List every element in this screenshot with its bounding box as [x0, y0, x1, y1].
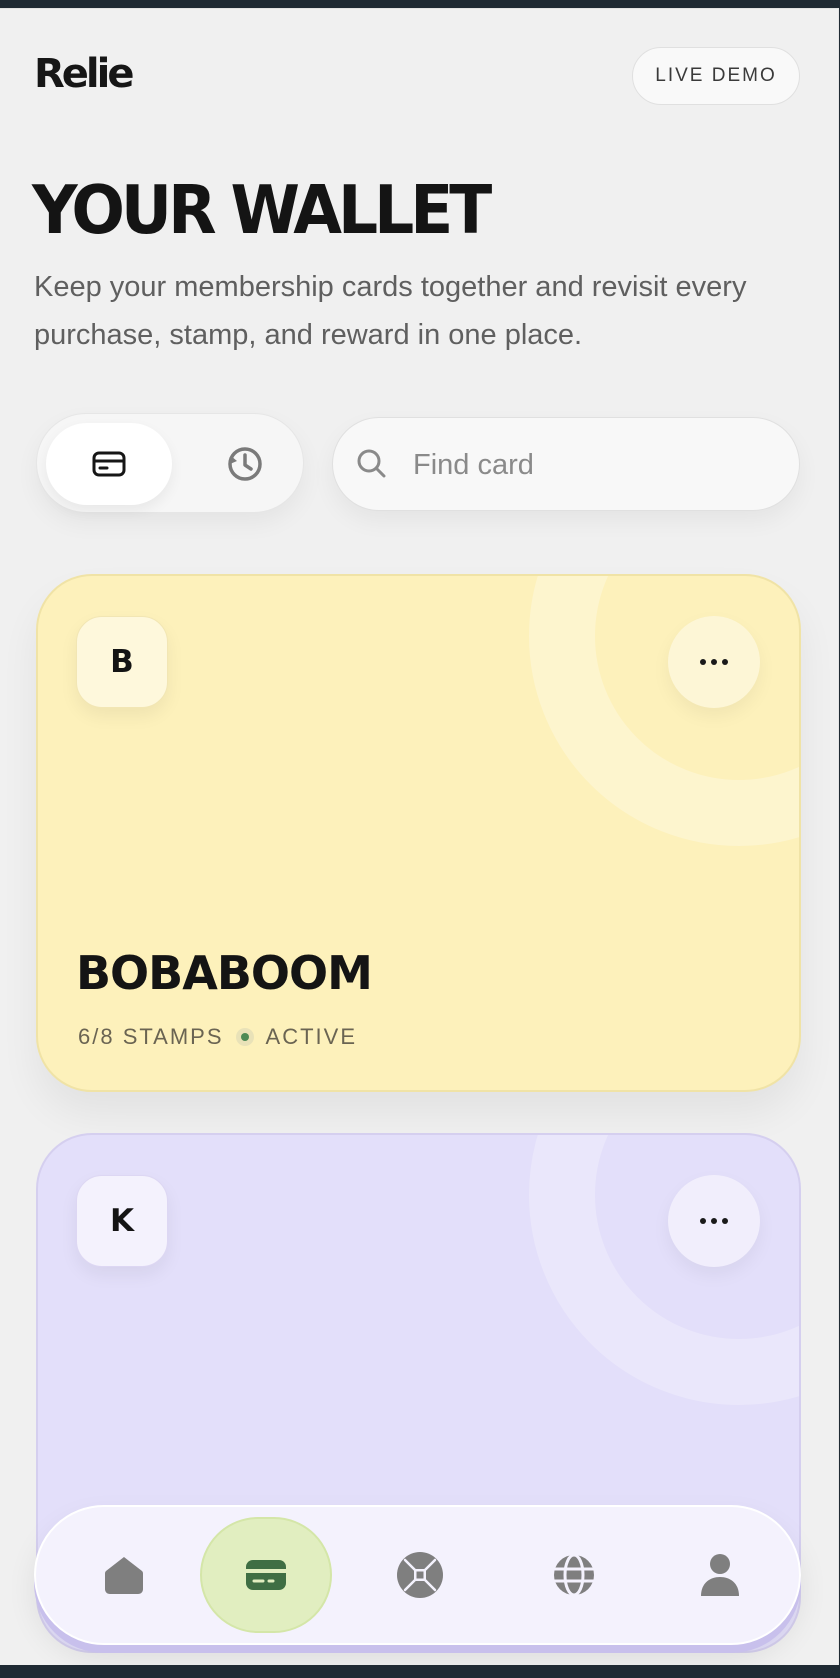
page-subtitle: Keep your membership cards together and … — [34, 271, 747, 351]
card-search — [332, 417, 800, 511]
card-more-button[interactable] — [668, 616, 760, 708]
app-logo[interactable]: Relie — [34, 51, 134, 97]
card-meta: 6/8 STAMPS ACTIVE — [78, 1024, 357, 1050]
home-icon — [105, 1557, 143, 1594]
search-icon — [357, 449, 386, 478]
cards-view-button[interactable] — [46, 423, 172, 505]
globe-icon — [554, 1553, 594, 1597]
status-dot-icon — [235, 1028, 254, 1046]
card-decoration — [529, 1135, 799, 1405]
app-screen: Relie LIVE DEMO YOUR WALLET Keep your me… — [0, 8, 839, 1665]
card-name: BOBABOOM — [76, 946, 373, 1000]
history-icon — [228, 447, 262, 481]
search-input[interactable] — [411, 438, 785, 492]
card-avatar: B — [76, 616, 168, 708]
bottom-navigation — [34, 1505, 801, 1645]
more-dots-icon — [700, 1218, 728, 1224]
card-status: ACTIVE — [265, 1024, 357, 1049]
nav-home[interactable] — [60, 1517, 188, 1633]
wallet-card-icon — [246, 1560, 286, 1590]
nav-discover[interactable] — [510, 1517, 638, 1633]
history-view-button[interactable] — [205, 423, 285, 505]
card-icon — [92, 451, 126, 477]
view-toggle — [36, 413, 304, 513]
profile-icon — [701, 1554, 739, 1596]
page-title: YOUR WALLET — [32, 171, 492, 250]
membership-card-bobaboom[interactable]: B BOBABOOM 6/8 STAMPS ACTIVE — [36, 574, 801, 1092]
card-decoration — [529, 576, 799, 846]
nav-explore[interactable] — [356, 1517, 484, 1633]
card-stamps: 6/8 STAMPS — [78, 1024, 224, 1049]
more-dots-icon — [700, 659, 728, 665]
nav-wallet[interactable] — [200, 1517, 332, 1633]
compass-icon — [397, 1552, 443, 1598]
card-more-button[interactable] — [668, 1175, 760, 1267]
card-avatar: K — [76, 1175, 168, 1267]
live-demo-button[interactable]: LIVE DEMO — [632, 47, 800, 105]
nav-profile[interactable] — [656, 1517, 784, 1633]
